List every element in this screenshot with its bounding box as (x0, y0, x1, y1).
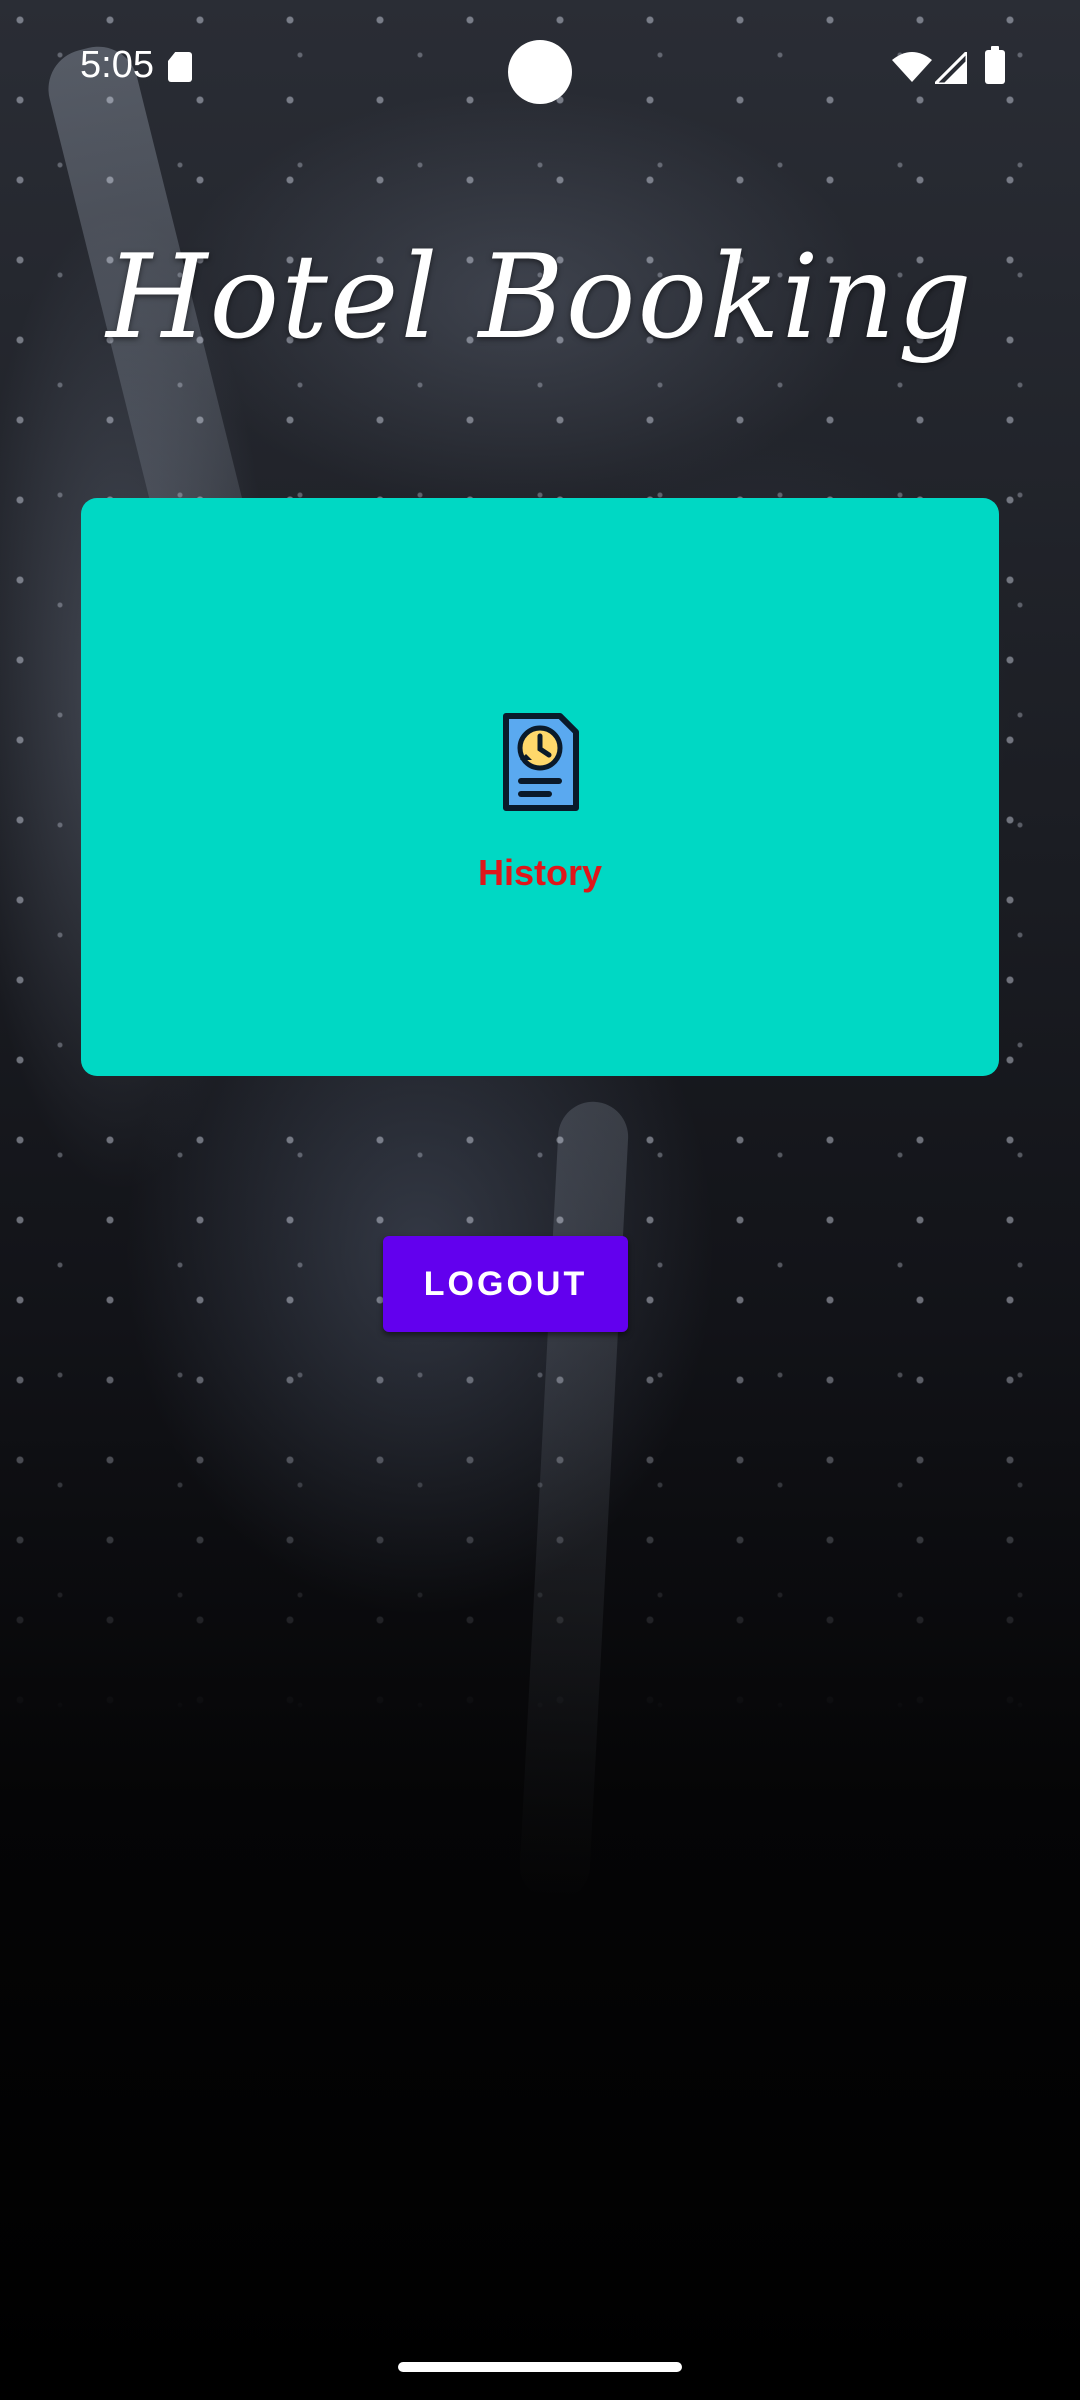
history-label[interactable]: History (0, 852, 1080, 894)
status-time: 5:05 (80, 44, 154, 86)
front-camera-cutout (508, 40, 572, 104)
app-screen: 5:05 Hotel Booking History LOGOUT (0, 0, 1080, 2400)
logout-button[interactable]: LOGOUT (383, 1236, 628, 1332)
background-streak (518, 1100, 630, 1903)
sd-card-icon (168, 52, 192, 82)
status-bar: 5:05 (0, 0, 1080, 140)
battery-icon (985, 46, 1005, 84)
home-gesture-bar[interactable] (398, 2362, 682, 2372)
signal-icon (935, 52, 967, 84)
app-title: Hotel Booking (106, 230, 974, 365)
history-document-icon (503, 713, 579, 811)
wifi-icon (892, 52, 932, 82)
